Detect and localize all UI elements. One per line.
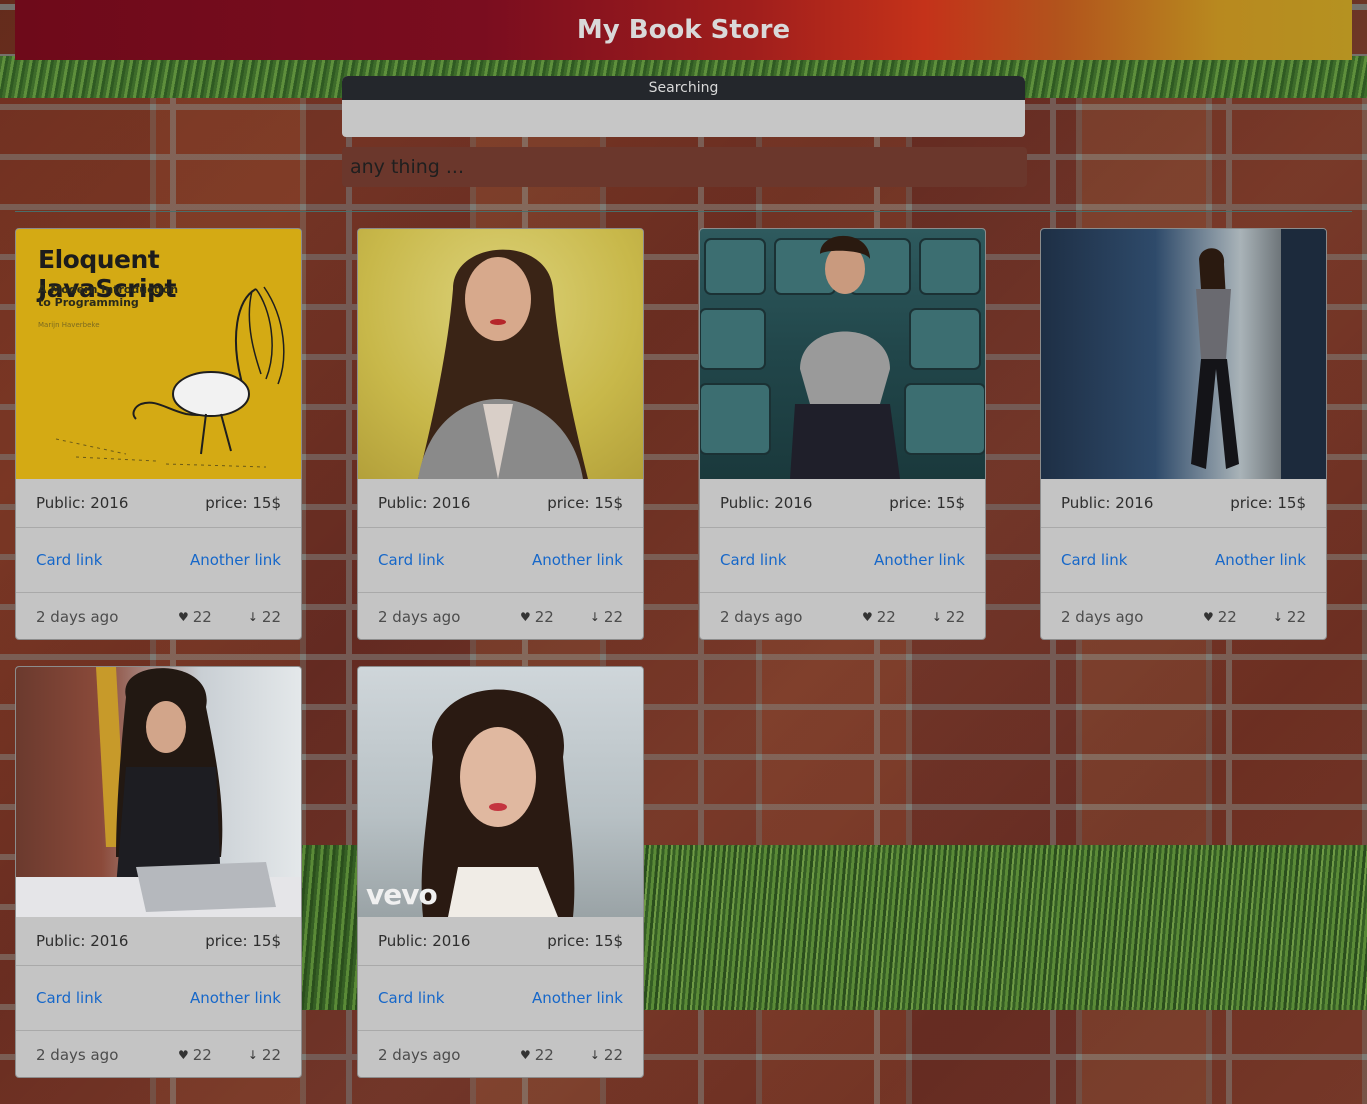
card-footer: 2 days ago ♥ 22 ↓ 22 — [1041, 593, 1326, 639]
book-card: Public: 2016 price: 15$ Card link Anothe… — [15, 666, 302, 1078]
card-meta-row: Public: 2016 price: 15$ — [358, 479, 643, 528]
site-title: My Book Store — [576, 15, 791, 45]
downloads-count[interactable]: ↓ 22 — [1273, 608, 1306, 626]
card-meta-row: Public: 2016 price: 15$ — [16, 917, 301, 966]
grass-strip-left — [300, 845, 360, 1010]
another-link[interactable]: Another link — [532, 551, 623, 569]
heart-icon: ♥ — [519, 610, 531, 624]
card-link[interactable]: Card link — [378, 989, 444, 1007]
card-footer: 2 days ago ♥ 22 ↓ 22 — [700, 593, 985, 639]
price: price: 15$ — [889, 494, 965, 512]
portrait-photo — [358, 229, 643, 479]
another-link[interactable]: Another link — [532, 989, 623, 1007]
price: price: 15$ — [205, 932, 281, 950]
download-arrow-icon: ↓ — [247, 1048, 258, 1062]
likes-count[interactable]: ♥ 22 — [178, 608, 212, 626]
posted-time: 2 days ago — [36, 1046, 119, 1064]
card-link[interactable]: Card link — [720, 551, 786, 569]
posted-time: 2 days ago — [36, 608, 119, 626]
card-links-row: Card link Another link — [16, 528, 301, 593]
heart-icon: ♥ — [177, 610, 189, 624]
publish-year: Public: 2016 — [378, 494, 471, 512]
heart-icon: ♥ — [861, 610, 873, 624]
card-meta-row: Public: 2016 price: 15$ — [1041, 479, 1326, 528]
heart-icon: ♥ — [177, 1048, 189, 1062]
likes-count[interactable]: ♥ 22 — [520, 608, 554, 626]
card-links-row: Card link Another link — [1041, 528, 1326, 593]
vevo-portrait-photo: vevo — [358, 667, 643, 917]
likes-count[interactable]: ♥ 22 — [520, 1046, 554, 1064]
price: price: 15$ — [547, 932, 623, 950]
card-meta-row: Public: 2016 price: 15$ — [16, 479, 301, 528]
download-arrow-icon: ↓ — [1272, 610, 1283, 624]
posted-time: 2 days ago — [378, 608, 461, 626]
download-arrow-icon: ↓ — [247, 610, 258, 624]
card-links-row: Card link Another link — [358, 528, 643, 593]
publish-year: Public: 2016 — [378, 932, 471, 950]
book-card: Eloquent JavaScript A Modern Introductio… — [15, 228, 302, 640]
publish-year: Public: 2016 — [36, 494, 129, 512]
card-footer: 2 days ago ♥ 22 ↓ 22 — [358, 593, 643, 639]
another-link[interactable]: Another link — [874, 551, 965, 569]
card-link[interactable]: Card link — [36, 989, 102, 1007]
downloads-count[interactable]: ↓ 22 — [248, 1046, 281, 1064]
publish-year: Public: 2016 — [720, 494, 813, 512]
search-panel: Searching — [342, 76, 1025, 137]
likes-count[interactable]: ♥ 22 — [178, 1046, 212, 1064]
another-link[interactable]: Another link — [1215, 551, 1306, 569]
downloads-count[interactable]: ↓ 22 — [932, 608, 965, 626]
card-meta-row: Public: 2016 price: 15$ — [700, 479, 985, 528]
another-link[interactable]: Another link — [190, 551, 281, 569]
downloads-count[interactable]: ↓ 22 — [590, 608, 623, 626]
posted-time: 2 days ago — [1061, 608, 1144, 626]
card-footer: 2 days ago ♥ 22 ↓ 22 — [16, 593, 301, 639]
card-link[interactable]: Card link — [36, 551, 102, 569]
search-input[interactable] — [342, 147, 1027, 187]
publish-year: Public: 2016 — [1061, 494, 1154, 512]
site-header: My Book Store — [15, 0, 1352, 60]
book-card: vevo Public: 2016 price: 15$ Card link A… — [357, 666, 644, 1078]
another-link[interactable]: Another link — [190, 989, 281, 1007]
card-footer: 2 days ago ♥ 22 ↓ 22 — [358, 1031, 643, 1077]
likes-count[interactable]: ♥ 22 — [862, 608, 896, 626]
brick-room-photo — [16, 667, 301, 917]
downloads-count[interactable]: ↓ 22 — [590, 1046, 623, 1064]
card-links-row: Card link Another link — [358, 966, 643, 1031]
price: price: 15$ — [547, 494, 623, 512]
book-card: Public: 2016 price: 15$ Card link Anothe… — [1040, 228, 1327, 640]
card-links-row: Card link Another link — [16, 966, 301, 1031]
publish-year: Public: 2016 — [36, 932, 129, 950]
heart-icon: ♥ — [519, 1048, 531, 1062]
download-arrow-icon: ↓ — [589, 1048, 600, 1062]
posted-time: 2 days ago — [378, 1046, 461, 1064]
search-panel-label: Searching — [342, 76, 1025, 100]
book-card: Public: 2016 price: 15$ Card link Anothe… — [699, 228, 986, 640]
fashion-photo — [1041, 229, 1326, 479]
posted-time: 2 days ago — [720, 608, 803, 626]
heart-icon: ♥ — [1202, 610, 1214, 624]
vevo-watermark: vevo — [366, 878, 438, 911]
book-cover-image: Eloquent JavaScript A Modern Introductio… — [16, 229, 301, 479]
card-links-row: Card link Another link — [700, 528, 985, 593]
price: price: 15$ — [205, 494, 281, 512]
downloads-count[interactable]: ↓ 22 — [248, 608, 281, 626]
download-arrow-icon: ↓ — [589, 610, 600, 624]
divider — [15, 211, 1352, 212]
bird-illustration — [55, 286, 285, 468]
stadium-photo — [700, 229, 985, 479]
download-arrow-icon: ↓ — [931, 610, 942, 624]
price: price: 15$ — [1230, 494, 1306, 512]
card-link[interactable]: Card link — [1061, 551, 1127, 569]
card-footer: 2 days ago ♥ 22 ↓ 22 — [16, 1031, 301, 1077]
likes-count[interactable]: ♥ 22 — [1203, 608, 1237, 626]
book-card: Public: 2016 price: 15$ Card link Anothe… — [357, 228, 644, 640]
card-link[interactable]: Card link — [378, 551, 444, 569]
grass-strip-bottom — [640, 845, 1367, 1010]
card-meta-row: Public: 2016 price: 15$ — [358, 917, 643, 966]
